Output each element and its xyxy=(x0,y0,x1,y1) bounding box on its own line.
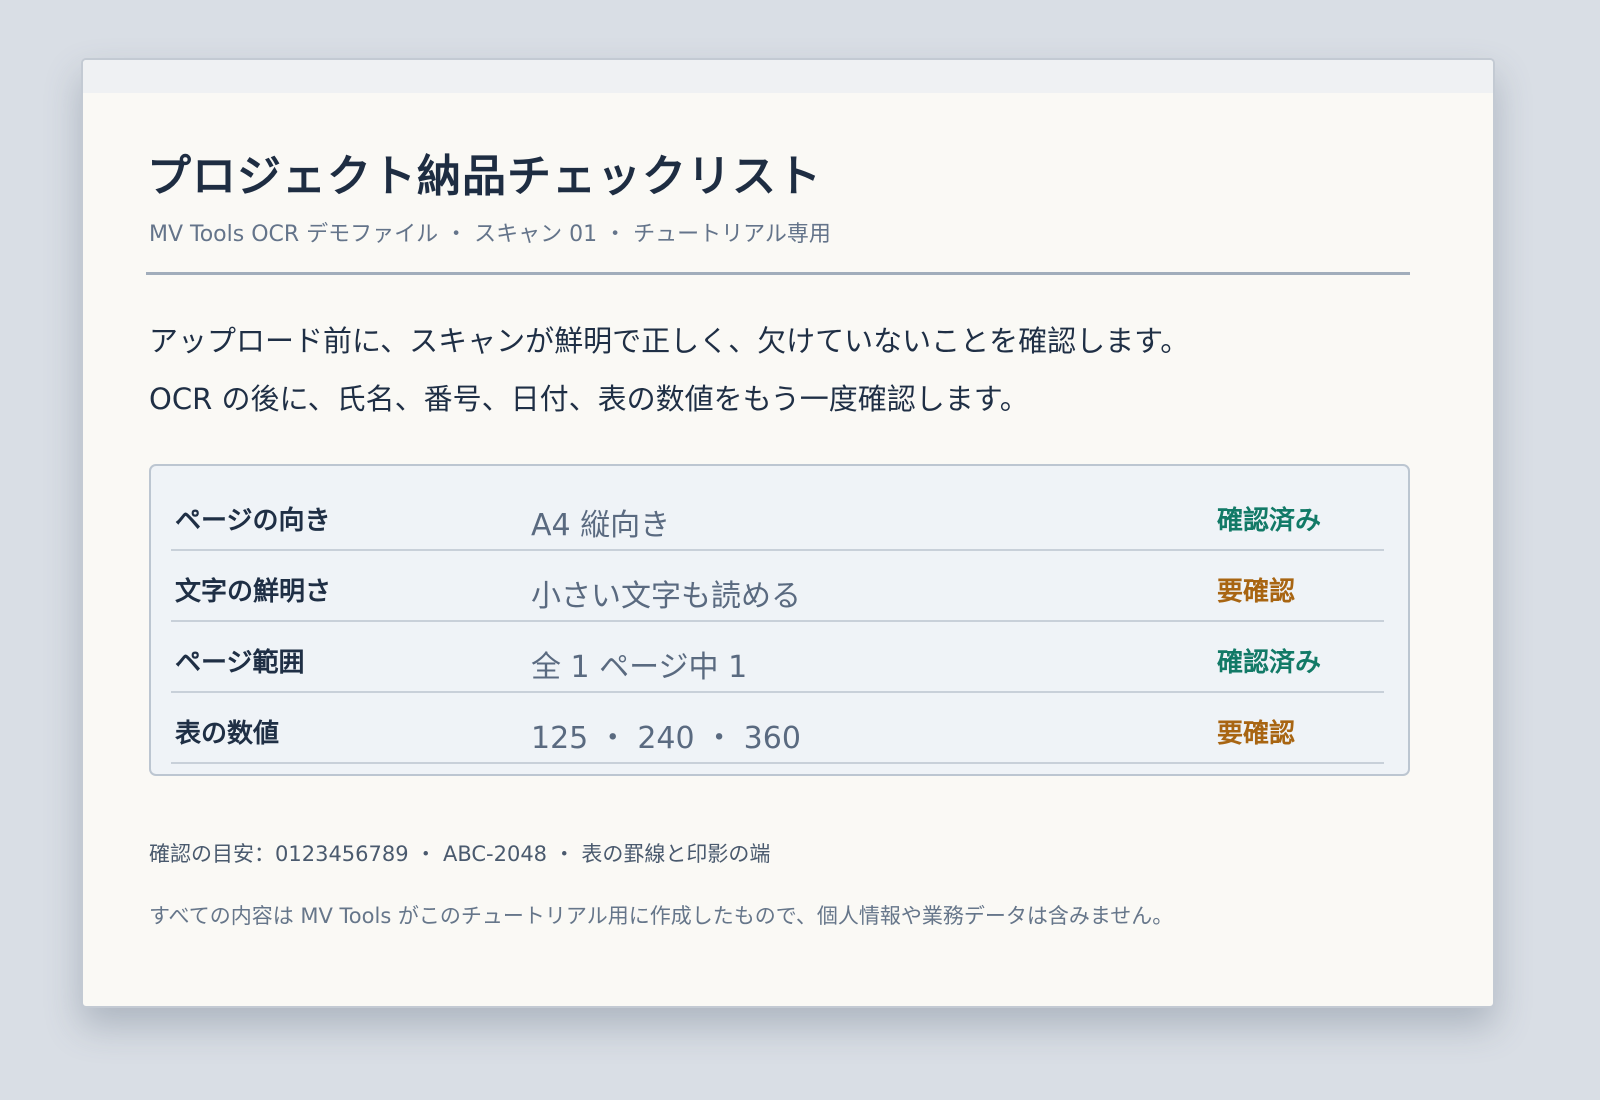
reference-footnote: 確認の目安：0123456789 ・ ABC-2048 ・ 表の罫線と印影の端 xyxy=(149,842,771,866)
card-header-bar xyxy=(83,60,1493,93)
checklist-item-value: A4 縦向き xyxy=(531,508,671,543)
intro-line-2: OCR の後に、氏名、番号、日付、表の数値をもう一度確認します。 xyxy=(149,382,1029,416)
checklist-item-label: 文字の鮮明さ xyxy=(175,577,332,607)
checklist-item-value: 125 ・ 240 ・ 360 xyxy=(531,721,801,756)
disclaimer-footnote: すべての内容は MV Tools がこのチュートリアル用に作成したもので、個人情… xyxy=(149,904,1174,928)
status-verified: 確認済み xyxy=(1217,506,1322,536)
checklist-item-value: 小さい文字も読める xyxy=(531,579,801,614)
checklist-item-label: 表の数値 xyxy=(175,719,280,749)
checklist-panel: ページの向き A4 縦向き 確認済み 文字の鮮明さ 小さい文字も読める 要確認 … xyxy=(149,464,1410,776)
checklist-row: ページの向き A4 縦向き 確認済み xyxy=(171,480,1384,551)
intro-line-1: アップロード前に、スキャンが鮮明で正しく、欠けていないことを確認します。 xyxy=(149,324,1190,358)
checklist-row: 文字の鮮明さ 小さい文字も読める 要確認 xyxy=(171,551,1384,622)
document-card: プロジェクト納品チェックリスト MV Tools OCR デモファイル ・ スキ… xyxy=(81,58,1495,1008)
status-needs-check: 要確認 xyxy=(1217,719,1296,749)
status-verified: 確認済み xyxy=(1217,648,1322,678)
title-divider xyxy=(146,272,1410,275)
status-needs-check: 要確認 xyxy=(1217,577,1296,607)
checklist-item-value: 全 1 ページ中 1 xyxy=(531,650,748,685)
document-title: プロジェクト納品チェックリスト xyxy=(147,151,822,202)
checklist-row: ページ範囲 全 1 ページ中 1 確認済み xyxy=(171,622,1384,693)
checklist-item-label: ページの向き xyxy=(175,506,331,536)
checklist-row: 表の数値 125 ・ 240 ・ 360 要確認 xyxy=(171,693,1384,764)
checklist-item-label: ページ範囲 xyxy=(175,648,305,678)
document-subtitle: MV Tools OCR デモファイル ・ スキャン 01 ・ チュートリアル専… xyxy=(149,222,831,247)
